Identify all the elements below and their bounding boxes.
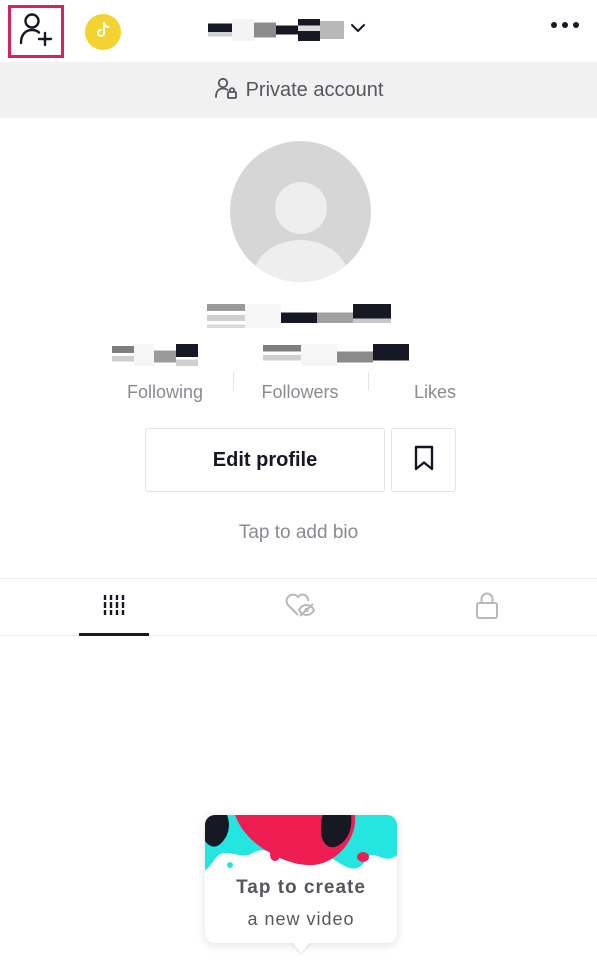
private-account-label: Private account — [245, 78, 384, 101]
stat-following[interactable]: Following — [90, 344, 240, 414]
more-dot — [573, 22, 579, 28]
profile-handle-redacted — [207, 304, 391, 328]
avatar-head — [275, 182, 327, 234]
active-tab-indicator — [79, 633, 149, 636]
profile-tabs — [0, 578, 597, 636]
tab-liked[interactable] — [265, 579, 335, 636]
tab-private[interactable] — [452, 579, 522, 636]
lock-icon — [474, 590, 500, 625]
create-card-title: Tap to create — [236, 877, 366, 898]
more-button[interactable] — [551, 22, 579, 28]
create-card-pointer — [291, 941, 311, 953]
add-friend-button[interactable] — [8, 5, 64, 58]
stat-followers[interactable]: Followers — [225, 344, 409, 414]
tiktok-coin-icon — [93, 20, 113, 45]
profile-stats: Following Followers Likes — [0, 344, 597, 414]
create-card-artwork — [205, 815, 397, 885]
create-video-prompt[interactable]: Tap to create a new video — [205, 815, 397, 953]
top-bar — [0, 0, 597, 62]
followers-label: Followers — [261, 382, 339, 402]
username-switcher[interactable] — [208, 18, 366, 42]
add-bio-prompt[interactable]: Tap to add bio — [0, 522, 597, 544]
hidden-heart-icon — [284, 591, 316, 624]
stat-likes[interactable]: Likes — [360, 344, 510, 414]
bookmark-icon — [412, 444, 436, 477]
edit-profile-button[interactable]: Edit profile — [145, 428, 385, 492]
likes-label: Likes — [413, 382, 457, 402]
coin-button[interactable] — [85, 14, 121, 50]
private-account-banner: Private account — [0, 62, 597, 118]
avatar-body — [252, 240, 349, 282]
person-lock-icon — [214, 76, 238, 105]
following-label: Following — [126, 382, 204, 402]
tab-videos[interactable] — [79, 579, 149, 636]
grid-bars-icon — [101, 592, 127, 623]
following-count-redacted — [112, 344, 198, 366]
create-card-subtitle: a new video — [247, 909, 355, 929]
profile-avatar[interactable] — [230, 141, 371, 282]
username-redacted — [208, 19, 344, 41]
more-dot — [562, 22, 568, 28]
favorites-button[interactable] — [391, 428, 456, 492]
person-plus-icon — [18, 11, 54, 52]
chevron-down-icon — [350, 21, 366, 39]
more-dots-icon — [551, 22, 557, 28]
